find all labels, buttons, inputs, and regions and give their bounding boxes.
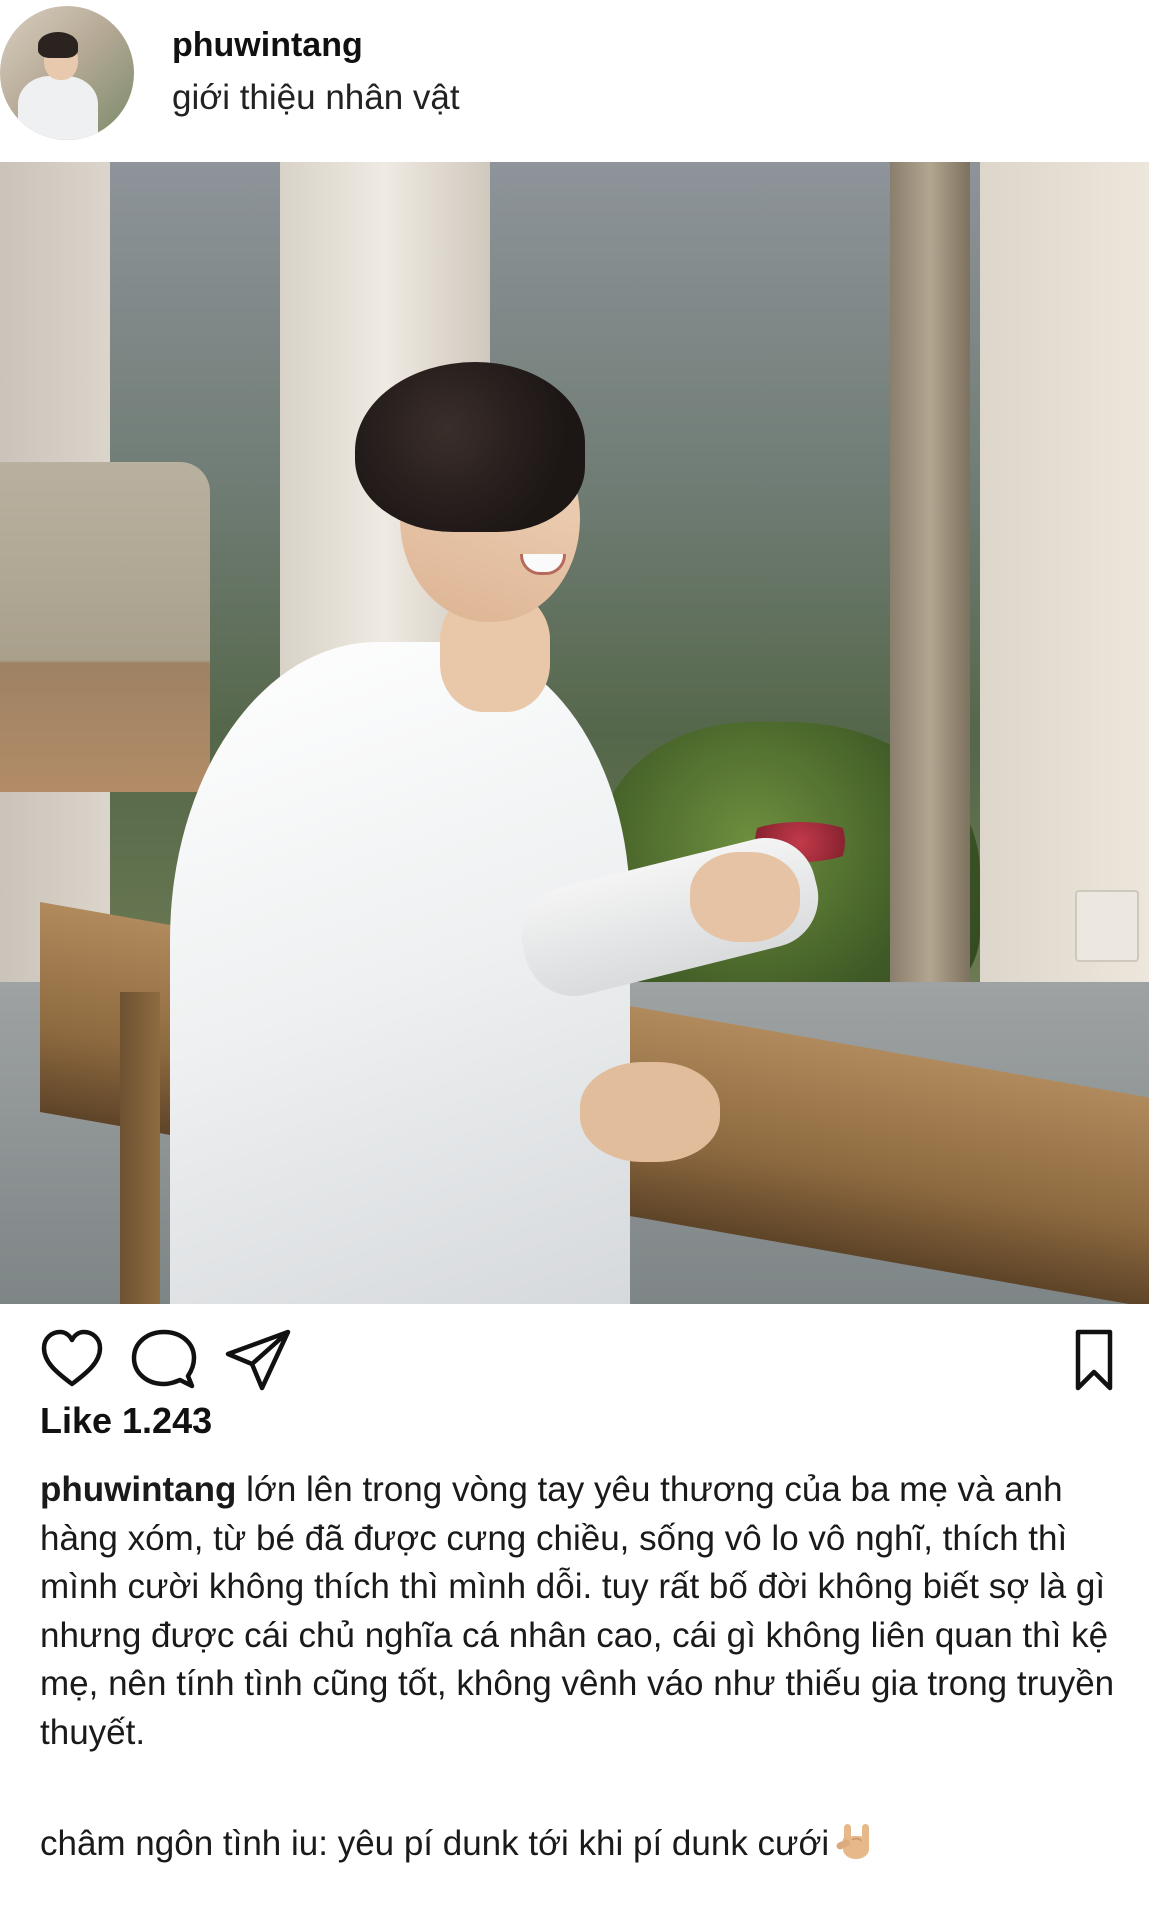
photo-person-hand-lower — [580, 1062, 720, 1162]
photo-table-leg — [120, 992, 160, 1304]
post-caption: phuwintang lớn lên trong vòng tay yêu th… — [40, 1466, 1130, 1757]
header-username[interactable]: phuwintang — [172, 26, 363, 65]
caption-username[interactable]: phuwintang — [40, 1470, 236, 1509]
comment-icon[interactable] — [128, 1324, 200, 1396]
avatar-shirt — [18, 76, 98, 140]
photo-power-socket — [1075, 890, 1139, 962]
bookmark-icon[interactable] — [1058, 1324, 1130, 1396]
caption-text: lớn lên trong vòng tay yêu thương của ba… — [40, 1470, 1115, 1752]
avatar-hair — [38, 32, 78, 58]
photo-sofa — [0, 462, 210, 792]
photo-person-hair — [355, 362, 585, 532]
like-count[interactable]: Like 1.243 — [40, 1400, 212, 1442]
heart-icon[interactable] — [36, 1324, 108, 1396]
avatar[interactable] — [0, 6, 134, 140]
caption-motto: châm ngôn tình iu: yêu pí dunk tới khi p… — [40, 1820, 1130, 1869]
love-you-gesture-icon — [835, 1821, 875, 1861]
header-subtitle: giới thiệu nhân vật — [172, 78, 460, 117]
photo-tree-trunk — [890, 162, 970, 1012]
share-icon[interactable] — [222, 1324, 294, 1396]
photo-person-hand — [690, 852, 800, 942]
post-photo[interactable] — [0, 162, 1149, 1304]
motto-text: châm ngôn tình iu: yêu pí dunk tới khi p… — [40, 1824, 830, 1863]
post-header: phuwintang giới thiệu nhân vật — [0, 0, 1149, 162]
action-bar — [0, 1304, 1149, 1414]
